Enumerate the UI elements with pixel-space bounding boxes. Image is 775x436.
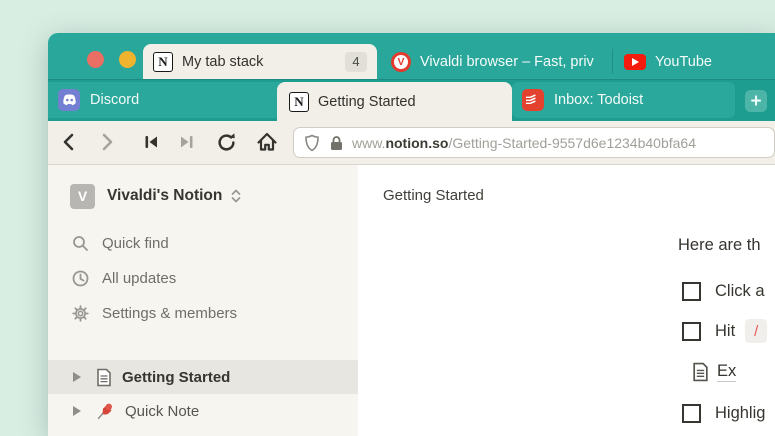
tab-label: YouTube xyxy=(655,54,712,70)
clock-icon xyxy=(70,270,90,287)
tab-stack-label: My tab stack xyxy=(182,54,345,70)
search-icon xyxy=(70,235,90,252)
todo-item-click: Click a xyxy=(682,279,765,303)
page-link-label: Ex xyxy=(717,362,736,382)
youtube-icon xyxy=(624,54,646,70)
tab-stack-count-badge: 4 xyxy=(345,52,367,72)
fast-forward-button[interactable] xyxy=(176,131,198,153)
url-path: /Getting-Started-9557d6e1234b40bfa64 xyxy=(448,135,696,151)
home-button[interactable] xyxy=(256,131,278,153)
sidebar-page-label: Getting Started xyxy=(122,369,230,386)
tab-youtube[interactable]: YouTube xyxy=(614,44,775,79)
sidebar-item-label: All updates xyxy=(102,270,176,287)
gear-icon xyxy=(70,305,90,322)
url-www: www. xyxy=(352,135,385,151)
vivaldi-icon: V xyxy=(391,52,411,72)
expand-arrow-icon[interactable] xyxy=(73,406,81,416)
discord-icon xyxy=(58,89,80,111)
minimize-window-button[interactable] xyxy=(119,51,136,68)
tab-stack-my-tab-stack[interactable]: N My tab stack 4 xyxy=(143,44,377,79)
sidebar-item-settings-members[interactable]: Settings & members xyxy=(70,300,350,326)
breadcrumb[interactable]: Getting Started xyxy=(383,187,484,204)
pushpin-icon xyxy=(96,402,115,421)
notion-icon: N xyxy=(289,92,309,112)
todo-item-hit-slash: Hit / xyxy=(682,319,767,343)
sidebar-item-label: Settings & members xyxy=(102,305,237,322)
new-tab-button[interactable]: + xyxy=(745,90,767,112)
sidebar-item-quick-find[interactable]: Quick find xyxy=(70,230,350,256)
notion-icon: N xyxy=(153,52,173,72)
close-window-button[interactable] xyxy=(87,51,104,68)
rewind-button[interactable] xyxy=(140,131,162,153)
workspace-avatar: V xyxy=(70,184,95,209)
intro-text: Here are th xyxy=(678,236,761,255)
expand-arrow-icon[interactable] xyxy=(73,372,81,382)
lock-icon xyxy=(329,135,344,151)
page-icon xyxy=(692,362,709,382)
checkbox[interactable] xyxy=(682,322,701,341)
todo-item-highlight: Highlig xyxy=(682,401,765,425)
embedded-page-link[interactable]: Ex xyxy=(692,362,736,382)
tab-vivaldi-browser[interactable]: V Vivaldi browser – Fast, priv xyxy=(381,44,611,79)
tab-label: Getting Started xyxy=(318,94,416,110)
screenshot-stage: N My tab stack 4 V Vivaldi browser – Fas… xyxy=(0,0,775,436)
back-button[interactable] xyxy=(58,131,80,153)
forward-button[interactable] xyxy=(96,131,118,153)
address-bar[interactable]: www.notion.so/Getting-Started-9557d6e123… xyxy=(293,127,775,158)
sidebar-page-getting-started[interactable]: Getting Started xyxy=(48,360,358,394)
checkbox[interactable] xyxy=(682,282,701,301)
todo-label: Click a xyxy=(715,282,765,301)
todo-label: Hit xyxy=(715,322,735,341)
workspace-name: Vivaldi's Notion xyxy=(107,187,222,205)
url-domain: notion.so xyxy=(385,135,448,151)
page-icon xyxy=(96,368,112,387)
sidebar-page-label: Quick Note xyxy=(125,403,199,420)
tab-label: Discord xyxy=(90,92,139,108)
reload-button[interactable] xyxy=(215,131,237,153)
tab-separator xyxy=(612,49,613,74)
url-text: www.notion.so/Getting-Started-9557d6e123… xyxy=(352,135,696,151)
sidebar-item-label: Quick find xyxy=(102,235,169,252)
shield-icon[interactable] xyxy=(304,134,320,152)
tab-inbox-todoist[interactable]: Inbox: Todoist xyxy=(512,82,735,118)
checkbox[interactable] xyxy=(682,404,701,423)
tab-label: Inbox: Todoist xyxy=(554,92,643,108)
tab-discord[interactable]: Discord xyxy=(48,82,285,118)
todoist-icon xyxy=(522,89,544,111)
workspace-switcher[interactable]: V Vivaldi's Notion xyxy=(70,181,350,211)
sidebar-page-quick-note[interactable]: Quick Note xyxy=(48,394,358,428)
tab-label: Vivaldi browser – Fast, priv xyxy=(420,54,594,70)
tab-getting-started-active[interactable]: N Getting Started xyxy=(277,82,512,121)
todo-label: Highlig xyxy=(715,404,765,423)
slash-key-badge: / xyxy=(745,319,767,343)
chevron-updown-icon xyxy=(230,188,242,204)
sidebar-item-all-updates[interactable]: All updates xyxy=(70,265,350,291)
